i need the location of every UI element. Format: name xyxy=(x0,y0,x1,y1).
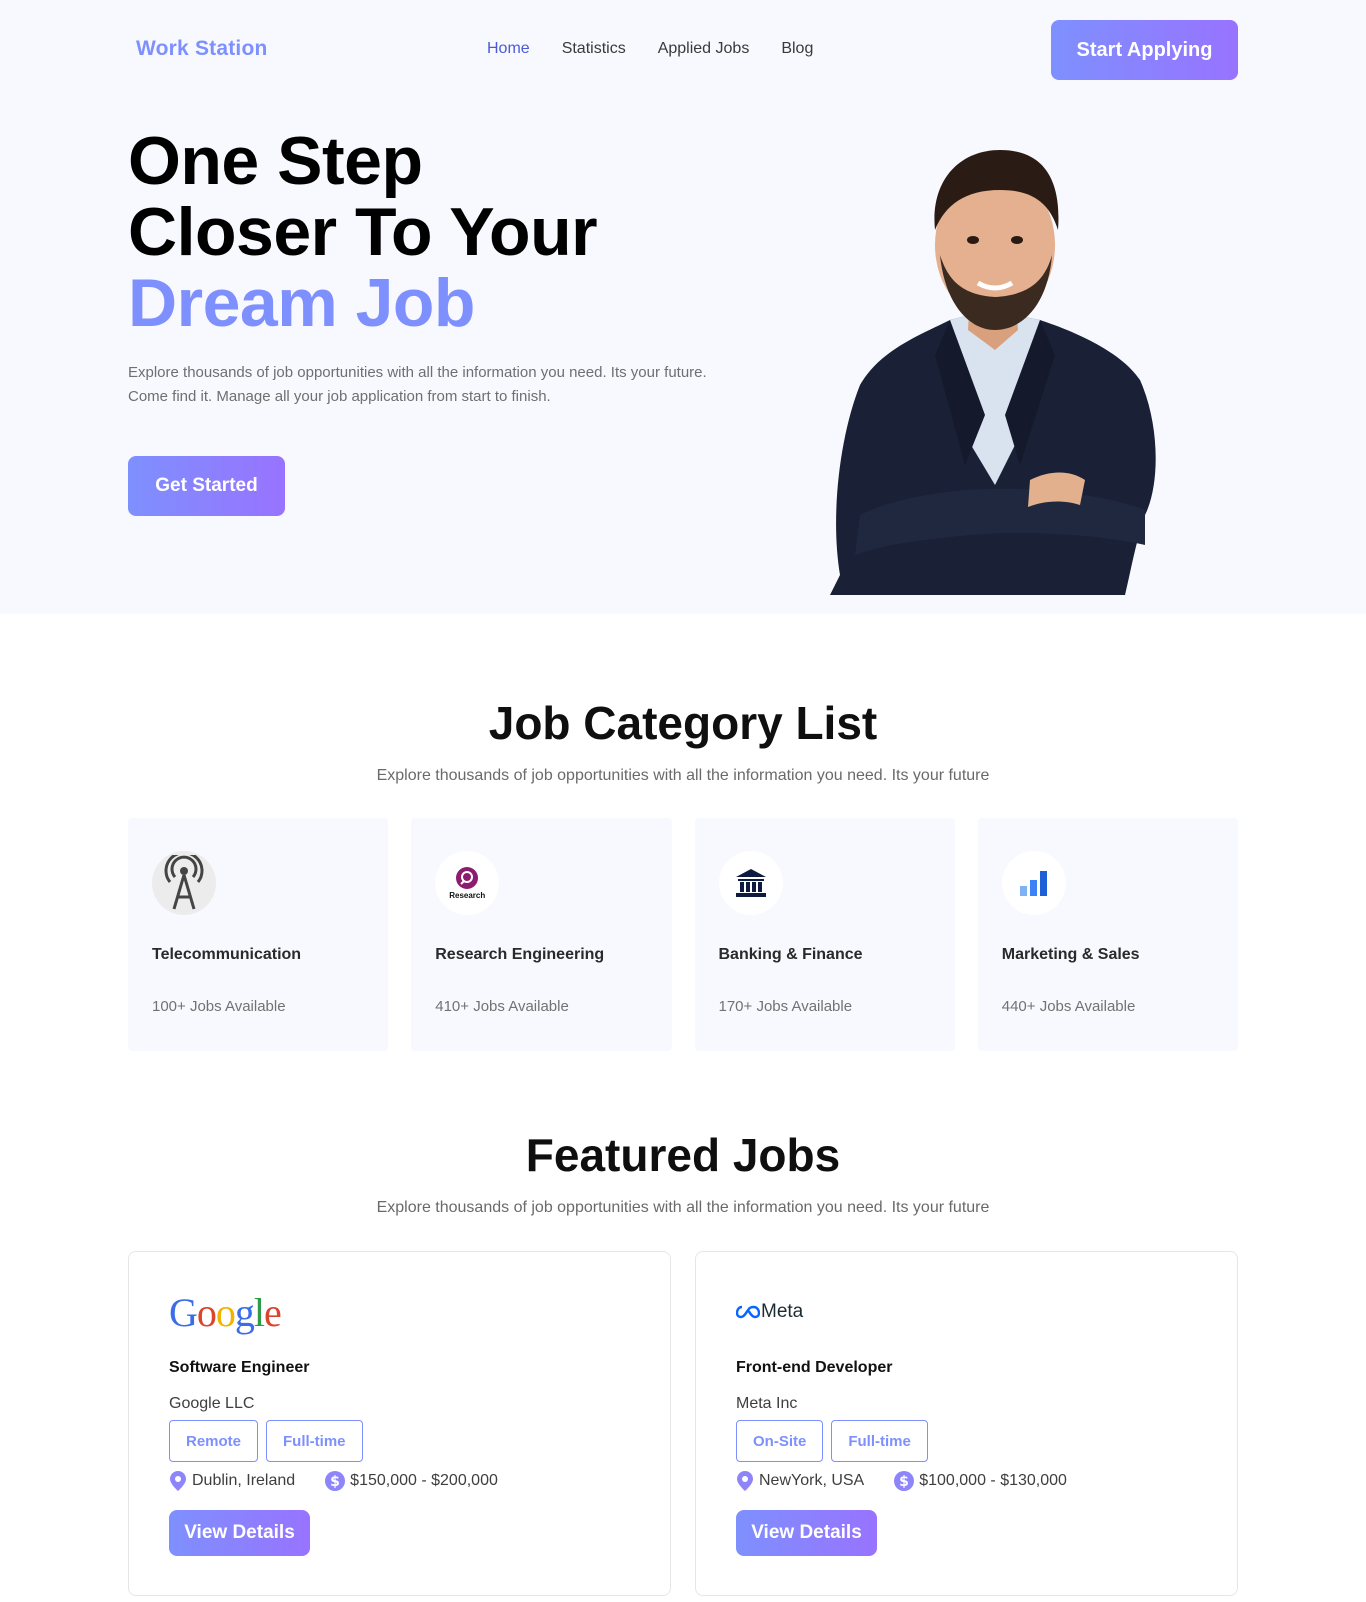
meta-logo-text: Meta xyxy=(761,1301,804,1322)
nav-links: Home Statistics Applied Jobs Blog xyxy=(487,40,813,58)
job-tag-remote[interactable]: Remote xyxy=(169,1420,259,1462)
brand-logo[interactable]: Work Station xyxy=(136,37,268,61)
featured-section-title: Featured Jobs xyxy=(525,1129,841,1181)
job-location: Dublin, Ireland xyxy=(169,1471,295,1491)
job-salary-text: $150,000 - $200,000 xyxy=(350,1472,498,1489)
job-tag-full-time[interactable]: Full-time xyxy=(831,1420,928,1462)
job-title: Software Engineer xyxy=(169,1359,310,1376)
category-count: 170+ Jobs Available xyxy=(718,998,853,1015)
hero-section: Work Station Home Statistics Applied Job… xyxy=(0,0,1366,614)
location-pin-icon xyxy=(170,1471,186,1491)
job-title: Front-end Developer xyxy=(736,1359,893,1376)
job-tag-full-time[interactable]: Full-time xyxy=(266,1420,363,1462)
view-details-button[interactable]: View Details xyxy=(169,1510,310,1556)
navbar: Work Station Home Statistics Applied Job… xyxy=(0,0,1366,100)
hero-title-accent: Dream Job xyxy=(128,265,475,341)
research-icon: Research xyxy=(435,851,500,915)
category-count: 440+ Jobs Available xyxy=(1001,998,1136,1015)
dollar-icon: $ xyxy=(894,1471,915,1491)
featured-section-subtitle: Explore thousands of job opportunities w… xyxy=(376,1199,990,1216)
meta-logo: Meta xyxy=(736,1288,803,1336)
google-logo: Google xyxy=(169,1289,282,1335)
job-tags: Remote Full-time xyxy=(169,1420,363,1462)
job-tags: On-Site Full-time xyxy=(736,1420,928,1462)
category-list: Telecommunication 100+ Jobs Available Re… xyxy=(128,818,1238,1051)
view-details-button[interactable]: View Details xyxy=(736,1510,877,1556)
hero-description: Explore thousands of job opportunities w… xyxy=(128,364,707,405)
job-tag-on-site[interactable]: On-Site xyxy=(736,1420,824,1462)
nav-link-blog[interactable]: Blog xyxy=(781,40,813,58)
bar-chart-icon xyxy=(1001,851,1066,915)
category-name: Research Engineering xyxy=(435,946,605,963)
hero-person-image xyxy=(830,150,1156,595)
category-card-banking-finance[interactable]: Banking & Finance 170+ Jobs Available xyxy=(694,818,955,1051)
start-applying-button[interactable]: Start Applying xyxy=(1051,20,1238,80)
antenna-icon xyxy=(152,851,216,915)
research-icon-text: Research xyxy=(449,891,486,900)
job-location-text: Dublin, Ireland xyxy=(192,1472,296,1489)
job-location-text: NewYork, USA xyxy=(759,1472,865,1489)
job-salary-text: $100,000 - $130,000 xyxy=(919,1472,1067,1489)
category-name: Marketing & Sales xyxy=(1001,946,1140,963)
svg-text:$: $ xyxy=(330,1474,340,1490)
meta-infinity-icon xyxy=(736,1305,760,1319)
hero-title-line-1: One Step xyxy=(128,123,423,199)
job-location: NewYork, USA xyxy=(736,1471,864,1491)
job-card-meta: Meta Front-end Developer Meta Inc On-Sit… xyxy=(695,1251,1238,1596)
category-section-subtitle: Explore thousands of job opportunities w… xyxy=(376,767,990,784)
job-company: Google LLC xyxy=(169,1395,255,1412)
featured-job-list: Google Software Engineer Google LLC Remo… xyxy=(128,1251,1238,1596)
category-name: Banking & Finance xyxy=(718,946,863,963)
category-card-research-engineering[interactable]: Research Research Engineering 410+ Jobs … xyxy=(411,818,672,1051)
category-count: 410+ Jobs Available xyxy=(435,998,569,1015)
job-salary: $ $100,000 - $130,000 xyxy=(894,1471,1067,1491)
category-name: Telecommunication xyxy=(152,946,302,963)
category-section-title: Job Category List xyxy=(488,697,878,749)
dollar-icon: $ xyxy=(325,1471,346,1491)
job-company: Meta Inc xyxy=(736,1395,798,1412)
category-card-marketing-sales[interactable]: Marketing & Sales 440+ Jobs Available xyxy=(977,818,1238,1051)
job-salary: $ $150,000 - $200,000 xyxy=(325,1471,498,1491)
location-pin-icon xyxy=(737,1471,753,1491)
category-card-telecommunication[interactable]: Telecommunication 100+ Jobs Available xyxy=(128,818,389,1051)
bank-icon xyxy=(718,851,783,915)
job-meta: NewYork, USA $ $100,000 - $130,000 xyxy=(736,1471,1067,1491)
hero-title-line-2: Closer To Your xyxy=(128,194,598,270)
hero-title: One Step Closer To Your Dream Job xyxy=(128,123,598,341)
job-card-google: Google Software Engineer Google LLC Remo… xyxy=(128,1251,671,1596)
nav-link-applied-jobs[interactable]: Applied Jobs xyxy=(658,40,750,58)
job-meta: Dublin, Ireland $ $150,000 - $200,000 xyxy=(169,1471,498,1491)
nav-link-statistics[interactable]: Statistics xyxy=(562,40,626,58)
get-started-button[interactable]: Get Started xyxy=(128,456,285,516)
svg-text:$: $ xyxy=(899,1474,909,1490)
nav-link-home[interactable]: Home xyxy=(487,40,530,58)
category-count: 100+ Jobs Available xyxy=(152,998,286,1015)
